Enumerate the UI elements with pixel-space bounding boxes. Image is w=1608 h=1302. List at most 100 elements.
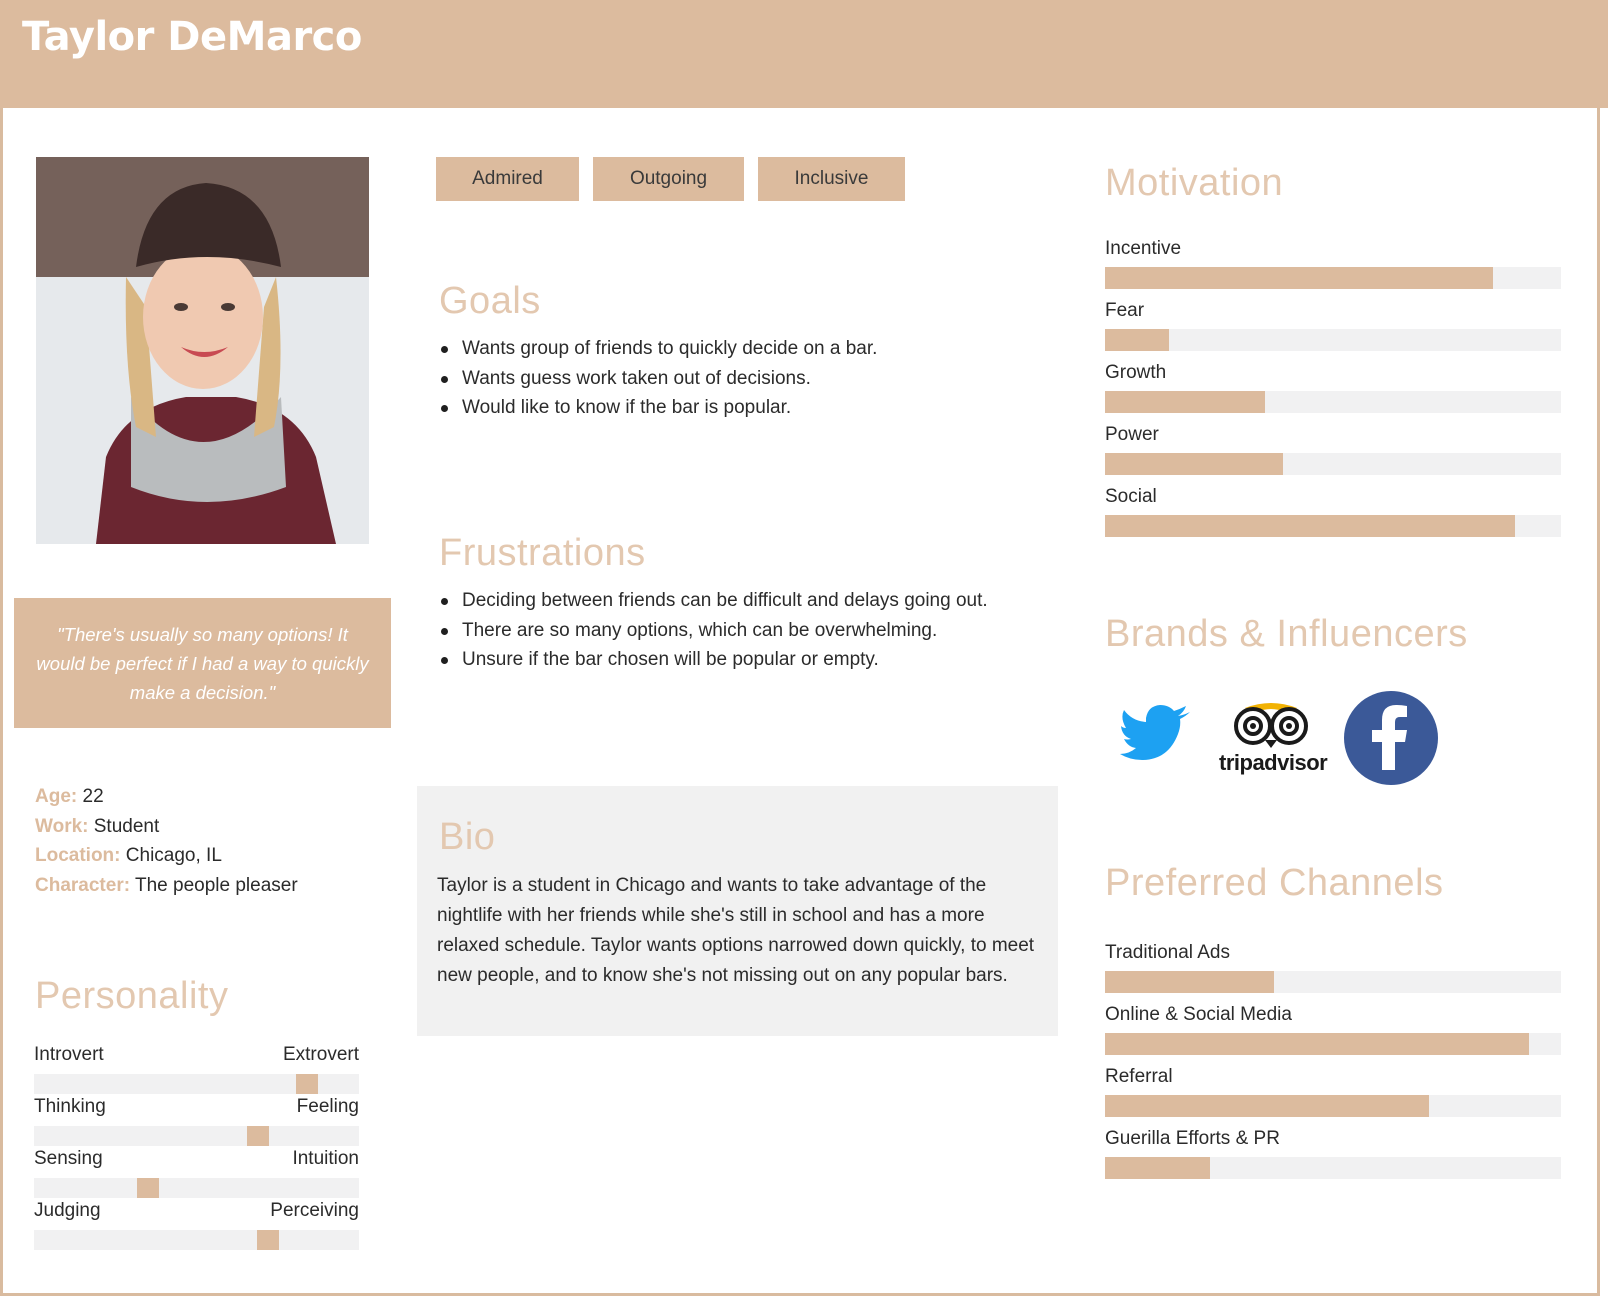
tag-outgoing: Outgoing — [593, 157, 744, 201]
fact-key: Character: — [35, 874, 131, 896]
bar-label: Incentive — [1105, 238, 1182, 259]
persona-quote: "There's usually so many options! It wou… — [36, 623, 369, 703]
goal-item: Wants group of friends to quickly decide… — [437, 334, 1037, 364]
bar-track — [1105, 971, 1561, 993]
frustrations-list: Deciding between friends can be difficul… — [437, 586, 1015, 675]
personality-scale: Introvert Extrovert — [34, 1044, 359, 1096]
bio-panel: Bio Taylor is a student in Chicago and w… — [417, 786, 1058, 1036]
personality-scale: Thinking Feeling — [34, 1096, 359, 1148]
channel-bar: Traditional Ads — [1105, 942, 1561, 1004]
goals-title: Goals — [439, 280, 541, 322]
goal-item: Wants guess work taken out of decisions. — [437, 364, 1037, 394]
bar-track — [1105, 515, 1561, 537]
bar-track — [1105, 267, 1561, 289]
channel-bar: Guerilla Efforts & PR — [1105, 1128, 1561, 1190]
bar-label: Traditional Ads — [1105, 942, 1230, 963]
goal-item: Would like to know if the bar is popular… — [437, 393, 1037, 423]
frustration-item: Deciding between friends can be difficul… — [437, 586, 1015, 616]
trait-tags: Admired Outgoing Inclusive — [436, 157, 905, 201]
frustration-item: There are so many options, which can be … — [437, 616, 1015, 646]
header-bar: Taylor DeMarco — [0, 0, 1608, 108]
channel-bars: Traditional Ads Online & Social Media Re… — [1105, 942, 1561, 1190]
bar-track — [1105, 453, 1561, 475]
goals-list: Wants group of friends to quickly decide… — [437, 334, 1037, 423]
scale-marker — [247, 1126, 269, 1146]
bar-label: Power — [1105, 424, 1159, 445]
scale-right-label: Extrovert — [282, 1044, 359, 1065]
tag-admired: Admired — [436, 157, 579, 201]
motivation-bar: Growth — [1105, 362, 1561, 424]
fact-key: Location: — [35, 845, 121, 866]
persona-facts: Age: 22 Work: Student Location: Chicago,… — [35, 782, 298, 900]
bar-track — [1105, 1033, 1561, 1055]
bar-fill — [1105, 1157, 1210, 1179]
motivation-title: Motivation — [1105, 162, 1284, 204]
fact-key: Work: — [35, 815, 89, 837]
bar-fill — [1105, 1095, 1429, 1117]
bar-track — [1105, 1157, 1561, 1179]
fact-location: Location: Chicago, IL — [35, 841, 298, 871]
scale-track — [34, 1074, 359, 1094]
bar-fill — [1105, 267, 1493, 289]
bar-label: Growth — [1105, 362, 1167, 383]
scale-right-label: Feeling — [296, 1096, 359, 1117]
scale-marker — [137, 1178, 159, 1198]
persona-photo-illustration — [36, 157, 369, 544]
frustrations-title: Frustrations — [439, 532, 646, 574]
bar-label: Online & Social Media — [1105, 1004, 1292, 1025]
scale-right-label: Intuition — [292, 1148, 359, 1169]
bar-fill — [1105, 453, 1283, 475]
channels-title: Preferred Channels — [1105, 862, 1444, 904]
bar-label: Social — [1105, 486, 1157, 507]
motivation-bar: Incentive — [1105, 238, 1561, 300]
bar-fill — [1105, 971, 1274, 993]
scale-marker — [257, 1230, 279, 1250]
personality-scale: Judging Perceiving — [34, 1200, 359, 1252]
bio-title: Bio — [439, 816, 496, 858]
motivation-bar: Fear — [1105, 300, 1561, 362]
personality-title: Personality — [35, 975, 229, 1017]
tripadvisor-icon: tripadvisor — [1215, 700, 1328, 778]
fact-value: Student — [88, 815, 160, 837]
bar-label: Fear — [1105, 300, 1145, 321]
fact-age: Age: 22 — [35, 782, 298, 812]
scale-marker — [296, 1074, 318, 1094]
bar-track — [1105, 391, 1561, 413]
scale-left-label: Introvert — [34, 1044, 104, 1065]
scale-track — [34, 1178, 359, 1198]
scale-track — [34, 1126, 359, 1146]
bar-fill — [1105, 515, 1516, 537]
bar-label: Referral — [1105, 1066, 1173, 1087]
motivation-bar: Power — [1105, 424, 1561, 486]
persona-name: Taylor DeMarco — [22, 14, 362, 60]
motivation-bars: Incentive Fear Growth Power Social — [1105, 238, 1561, 548]
bar-track — [1105, 1095, 1561, 1117]
personality-scale: Sensing Intuition — [34, 1148, 359, 1200]
facebook-icon — [1343, 690, 1439, 791]
frustration-item: Unsure if the bar chosen will be popular… — [437, 645, 1015, 675]
tag-inclusive: Inclusive — [758, 157, 905, 201]
scale-right-label: Perceiving — [270, 1200, 359, 1221]
scale-left-label: Sensing — [34, 1148, 103, 1169]
channel-bar: Online & Social Media — [1105, 1004, 1561, 1066]
bar-fill — [1105, 391, 1265, 413]
fact-value: 22 — [77, 786, 104, 807]
scale-left-label: Thinking — [34, 1096, 106, 1117]
brands-title: Brands & Influencers — [1105, 613, 1468, 655]
bar-track — [1105, 329, 1561, 351]
fact-key: Age: — [35, 786, 78, 807]
scale-track — [34, 1230, 359, 1250]
bio-text: Taylor is a student in Chicago and wants… — [437, 875, 1035, 986]
fact-character: Character: The people pleaser — [35, 871, 298, 901]
fact-value: The people pleaser — [130, 874, 298, 896]
motivation-bar: Social — [1105, 486, 1561, 548]
persona-photo — [36, 157, 369, 544]
personality-sliders: Introvert Extrovert Thinking Feeling Sen… — [34, 1044, 359, 1252]
persona-quote-box: "There's usually so many options! It wou… — [14, 598, 391, 728]
fact-value: Chicago, IL — [120, 845, 222, 866]
tripadvisor-wordmark: tripadvisor — [1219, 750, 1328, 775]
scale-left-label: Judging — [34, 1200, 101, 1221]
fact-work: Work: Student — [35, 812, 298, 842]
channel-bar: Referral — [1105, 1066, 1561, 1128]
bar-fill — [1105, 1033, 1530, 1055]
